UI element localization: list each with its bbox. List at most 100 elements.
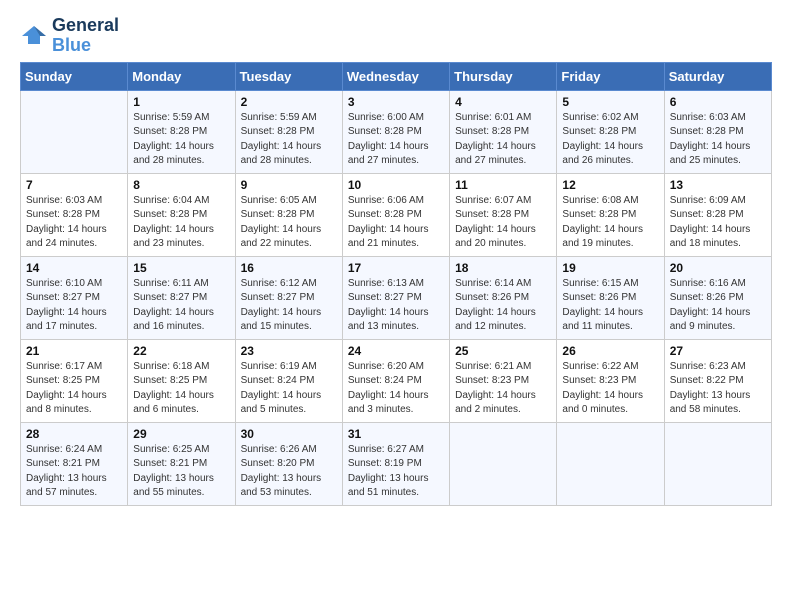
calendar-cell: 31 Sunrise: 6:27 AM Sunset: 8:19 PM Dayli… <box>342 422 449 505</box>
calendar-cell: 10Sunrise: 6:06 AM Sunset: 8:28 PM Dayli… <box>342 173 449 256</box>
day-info: Sunrise: 6:17 AM Sunset: 8:25 PM Dayligh… <box>26 360 122 418</box>
calendar-week-5: 28 Sunrise: 6:24 AM Sunset: 8:21 PM Dayli… <box>21 422 772 505</box>
day-info: Sunrise: 6:11 AM Sunset: 8:27 PM Dayligh… <box>133 277 229 335</box>
day-info: Sunrise: 6:27 AM Sunset: 8:19 PM Dayligh… <box>348 443 444 501</box>
weekday-header-friday: Friday <box>557 62 664 90</box>
day-number: 30 <box>241 427 337 441</box>
calendar-cell <box>21 90 128 173</box>
day-number: 12 <box>562 178 658 192</box>
day-number: 20 <box>670 261 766 275</box>
day-number: 10 <box>348 178 444 192</box>
weekday-header-tuesday: Tuesday <box>235 62 342 90</box>
day-number: 22 <box>133 344 229 358</box>
day-info: Sunrise: 6:22 AM Sunset: 8:23 PM Dayligh… <box>562 360 658 418</box>
day-info: Sunrise: 6:10 AM Sunset: 8:27 PM Dayligh… <box>26 277 122 335</box>
calendar-table: SundayMondayTuesdayWednesdayThursdayFrid… <box>20 62 772 506</box>
calendar-cell: 20 Sunrise: 6:16 AM Sunset: 8:26 PM Dayli… <box>664 256 771 339</box>
calendar-cell: 29 Sunrise: 6:25 AM Sunset: 8:21 PM Dayli… <box>128 422 235 505</box>
calendar-week-1: 1Sunrise: 5:59 AM Sunset: 8:28 PM Daylig… <box>21 90 772 173</box>
logo: General Blue <box>20 16 119 56</box>
day-number: 28 <box>26 427 122 441</box>
day-number: 4 <box>455 95 551 109</box>
calendar-cell: 30Sunrise: 6:26 AM Sunset: 8:20 PM Dayli… <box>235 422 342 505</box>
calendar-cell: 22 Sunrise: 6:18 AM Sunset: 8:25 PM Dayli… <box>128 339 235 422</box>
day-info: Sunrise: 6:08 AM Sunset: 8:28 PM Dayligh… <box>562 194 658 252</box>
day-number: 31 <box>348 427 444 441</box>
calendar-cell: 1Sunrise: 5:59 AM Sunset: 8:28 PM Daylig… <box>128 90 235 173</box>
calendar-cell: 3 Sunrise: 6:00 AM Sunset: 8:28 PM Daylig… <box>342 90 449 173</box>
calendar-cell: 27 Sunrise: 6:23 AM Sunset: 8:22 PM Dayli… <box>664 339 771 422</box>
calendar-cell: 2 Sunrise: 5:59 AM Sunset: 8:28 PM Daylig… <box>235 90 342 173</box>
calendar-cell: 25Sunrise: 6:21 AM Sunset: 8:23 PM Dayli… <box>450 339 557 422</box>
calendar-cell: 12 Sunrise: 6:08 AM Sunset: 8:28 PM Dayli… <box>557 173 664 256</box>
calendar-cell: 4Sunrise: 6:01 AM Sunset: 8:28 PM Daylig… <box>450 90 557 173</box>
day-number: 25 <box>455 344 551 358</box>
logo-text: General Blue <box>52 16 119 56</box>
day-number: 3 <box>348 95 444 109</box>
calendar-cell: 7 Sunrise: 6:03 AM Sunset: 8:28 PM Daylig… <box>21 173 128 256</box>
calendar-cell <box>557 422 664 505</box>
calendar-week-4: 21 Sunrise: 6:17 AM Sunset: 8:25 PM Dayli… <box>21 339 772 422</box>
calendar-cell: 11 Sunrise: 6:07 AM Sunset: 8:28 PM Dayli… <box>450 173 557 256</box>
day-info: Sunrise: 6:09 AM Sunset: 8:28 PM Dayligh… <box>670 194 766 252</box>
calendar-cell: 17Sunrise: 6:13 AM Sunset: 8:27 PM Dayli… <box>342 256 449 339</box>
day-number: 14 <box>26 261 122 275</box>
day-number: 9 <box>241 178 337 192</box>
day-info: Sunrise: 6:14 AM Sunset: 8:26 PM Dayligh… <box>455 277 551 335</box>
calendar-cell: 23 Sunrise: 6:19 AM Sunset: 8:24 PM Dayli… <box>235 339 342 422</box>
day-number: 7 <box>26 178 122 192</box>
day-info: Sunrise: 6:03 AM Sunset: 8:28 PM Dayligh… <box>26 194 122 252</box>
day-info: Sunrise: 6:04 AM Sunset: 8:28 PM Dayligh… <box>133 194 229 252</box>
weekday-header-wednesday: Wednesday <box>342 62 449 90</box>
calendar-cell: 14 Sunrise: 6:10 AM Sunset: 8:27 PM Dayli… <box>21 256 128 339</box>
calendar-cell: 16 Sunrise: 6:12 AM Sunset: 8:27 PM Dayli… <box>235 256 342 339</box>
calendar-cell: 5 Sunrise: 6:02 AM Sunset: 8:28 PM Daylig… <box>557 90 664 173</box>
day-number: 26 <box>562 344 658 358</box>
day-number: 11 <box>455 178 551 192</box>
day-info: Sunrise: 6:13 AM Sunset: 8:27 PM Dayligh… <box>348 277 444 335</box>
day-info: Sunrise: 6:20 AM Sunset: 8:24 PM Dayligh… <box>348 360 444 418</box>
day-info: Sunrise: 6:25 AM Sunset: 8:21 PM Dayligh… <box>133 443 229 501</box>
day-number: 19 <box>562 261 658 275</box>
calendar-cell <box>450 422 557 505</box>
calendar-cell: 24 Sunrise: 6:20 AM Sunset: 8:24 PM Dayli… <box>342 339 449 422</box>
calendar-cell: 18 Sunrise: 6:14 AM Sunset: 8:26 PM Dayli… <box>450 256 557 339</box>
day-info: Sunrise: 6:03 AM Sunset: 8:28 PM Dayligh… <box>670 111 766 169</box>
day-info: Sunrise: 6:18 AM Sunset: 8:25 PM Dayligh… <box>133 360 229 418</box>
calendar-cell: 13 Sunrise: 6:09 AM Sunset: 8:28 PM Dayli… <box>664 173 771 256</box>
day-number: 13 <box>670 178 766 192</box>
day-number: 27 <box>670 344 766 358</box>
day-info: Sunrise: 5:59 AM Sunset: 8:28 PM Dayligh… <box>241 111 337 169</box>
calendar-cell: 28 Sunrise: 6:24 AM Sunset: 8:21 PM Dayli… <box>21 422 128 505</box>
calendar-cell: 15Sunrise: 6:11 AM Sunset: 8:27 PM Dayli… <box>128 256 235 339</box>
day-number: 16 <box>241 261 337 275</box>
day-info: Sunrise: 6:19 AM Sunset: 8:24 PM Dayligh… <box>241 360 337 418</box>
day-info: Sunrise: 6:16 AM Sunset: 8:26 PM Dayligh… <box>670 277 766 335</box>
logo-icon <box>20 22 48 50</box>
day-number: 5 <box>562 95 658 109</box>
calendar-week-3: 14 Sunrise: 6:10 AM Sunset: 8:27 PM Dayli… <box>21 256 772 339</box>
weekday-header-row: SundayMondayTuesdayWednesdayThursdayFrid… <box>21 62 772 90</box>
weekday-header-sunday: Sunday <box>21 62 128 90</box>
calendar-cell: 9 Sunrise: 6:05 AM Sunset: 8:28 PM Daylig… <box>235 173 342 256</box>
day-number: 6 <box>670 95 766 109</box>
day-info: Sunrise: 6:24 AM Sunset: 8:21 PM Dayligh… <box>26 443 122 501</box>
day-number: 18 <box>455 261 551 275</box>
calendar-cell <box>664 422 771 505</box>
day-number: 29 <box>133 427 229 441</box>
day-number: 24 <box>348 344 444 358</box>
weekday-header-monday: Monday <box>128 62 235 90</box>
calendar-cell: 21 Sunrise: 6:17 AM Sunset: 8:25 PM Dayli… <box>21 339 128 422</box>
calendar-week-2: 7 Sunrise: 6:03 AM Sunset: 8:28 PM Daylig… <box>21 173 772 256</box>
calendar-cell: 8Sunrise: 6:04 AM Sunset: 8:28 PM Daylig… <box>128 173 235 256</box>
calendar-cell: 6 Sunrise: 6:03 AM Sunset: 8:28 PM Daylig… <box>664 90 771 173</box>
day-info: Sunrise: 6:00 AM Sunset: 8:28 PM Dayligh… <box>348 111 444 169</box>
day-info: Sunrise: 6:05 AM Sunset: 8:28 PM Dayligh… <box>241 194 337 252</box>
day-info: Sunrise: 6:02 AM Sunset: 8:28 PM Dayligh… <box>562 111 658 169</box>
day-number: 23 <box>241 344 337 358</box>
day-info: Sunrise: 6:12 AM Sunset: 8:27 PM Dayligh… <box>241 277 337 335</box>
day-info: Sunrise: 6:23 AM Sunset: 8:22 PM Dayligh… <box>670 360 766 418</box>
day-info: Sunrise: 6:07 AM Sunset: 8:28 PM Dayligh… <box>455 194 551 252</box>
day-number: 2 <box>241 95 337 109</box>
day-number: 21 <box>26 344 122 358</box>
